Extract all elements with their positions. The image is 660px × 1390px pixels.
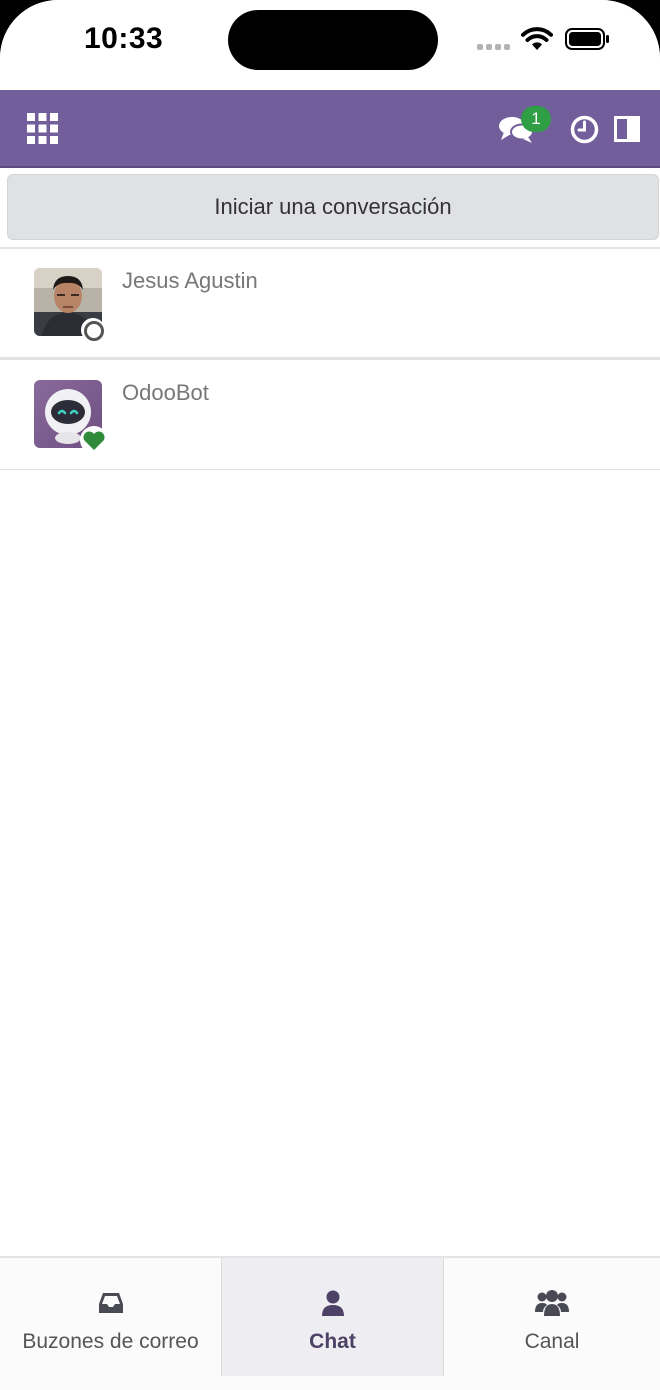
list-divider [0, 247, 660, 249]
tab-label: Buzones de correo [22, 1330, 199, 1353]
conversation-name: Jesus Agustin [122, 268, 258, 293]
phone-screen: 10:33 1 Iniciar una conversación Jesus A… [0, 0, 660, 1390]
dynamic-island [228, 10, 438, 70]
users-icon [535, 1290, 569, 1316]
tab-chat[interactable]: Chat [221, 1258, 444, 1376]
battery-icon [565, 28, 609, 50]
conversation-item-odoobot[interactable]: OdooBot [0, 371, 660, 479]
bottom-tab-bar: Buzones de correo Chat Canal [0, 1256, 660, 1390]
inbox-icon [98, 1293, 123, 1313]
start-conversation-button[interactable]: Iniciar una conversación [7, 174, 659, 240]
tab-mailboxes[interactable]: Buzones de correo [0, 1258, 221, 1376]
tab-label: Canal [524, 1330, 580, 1353]
clock-icon[interactable] [570, 115, 599, 144]
tab-label: Chat [309, 1330, 356, 1353]
offline-status-icon [81, 318, 105, 342]
messages-badge: 1 [521, 106, 551, 132]
conversation-item-jesus-agustin[interactable]: Jesus Agustin [0, 259, 660, 367]
conversation-name: OdooBot [122, 380, 209, 405]
cellular-signal-icon [477, 44, 510, 50]
wifi-icon [521, 27, 553, 50]
tab-channel[interactable]: Canal [444, 1258, 660, 1376]
app-header: 1 [0, 90, 660, 168]
status-bar: 10:33 [0, 0, 660, 90]
apps-grid-icon[interactable] [27, 113, 58, 144]
user-icon [321, 1290, 344, 1316]
list-divider [0, 357, 660, 360]
list-divider [0, 469, 660, 470]
status-time: 10:33 [84, 22, 164, 55]
heart-icon [80, 426, 108, 454]
sidebar-panel-icon[interactable] [614, 116, 640, 142]
